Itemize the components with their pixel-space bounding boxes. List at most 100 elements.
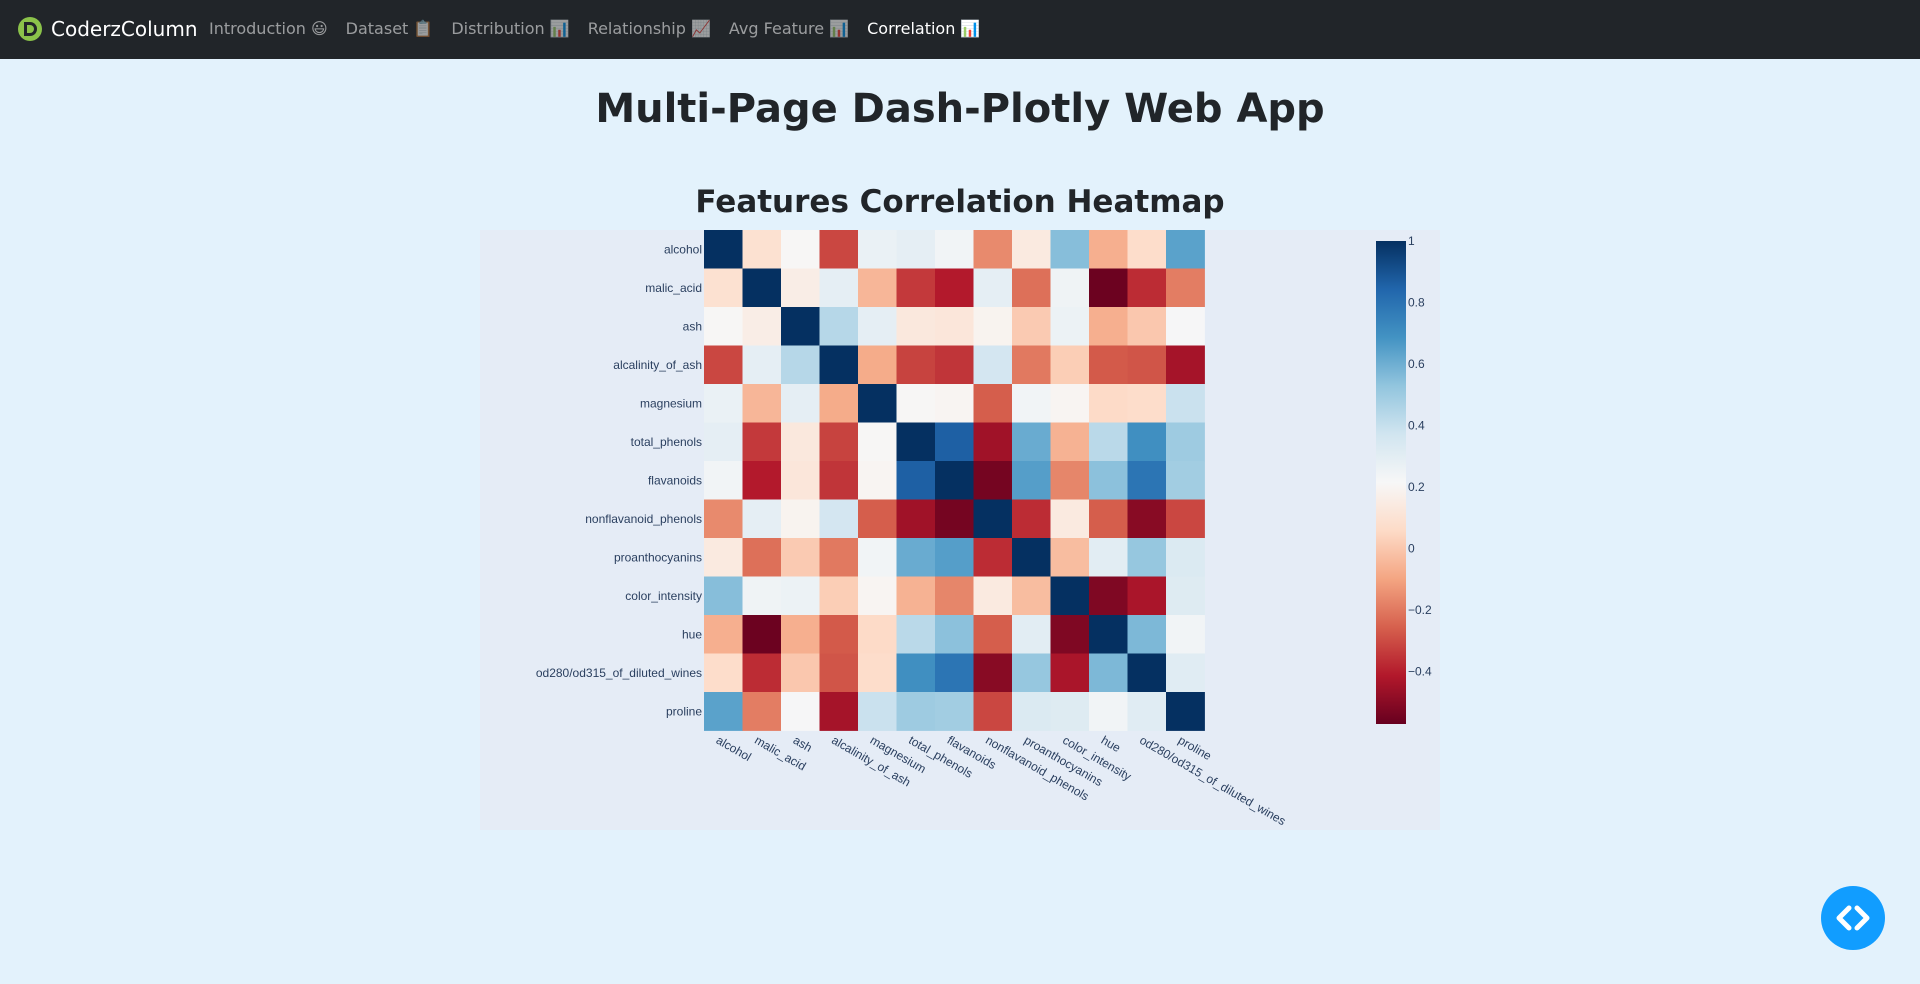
heatmap-cell[interactable]	[1012, 345, 1051, 385]
heatmap-cell[interactable]	[1127, 461, 1167, 500]
heatmap-cell[interactable]	[742, 692, 782, 731]
heatmap-cell[interactable]	[896, 345, 936, 385]
heatmap-cell[interactable]	[704, 307, 743, 346]
heatmap-cell[interactable]	[704, 499, 743, 539]
heatmap-cell[interactable]	[1166, 422, 1205, 462]
heatmap-cell[interactable]	[781, 345, 820, 385]
heatmap-cell[interactable]	[1012, 576, 1051, 616]
heatmap-cell[interactable]	[935, 230, 974, 269]
heatmap-cell[interactable]	[1166, 615, 1205, 654]
heatmap-cell[interactable]	[973, 345, 1013, 385]
heatmap-cell[interactable]	[704, 345, 743, 385]
heatmap-cell[interactable]	[1089, 345, 1128, 385]
heatmap-cell[interactable]	[896, 461, 936, 500]
heatmap-cell[interactable]	[1050, 268, 1090, 308]
heatmap-cell[interactable]	[1050, 307, 1090, 346]
heatmap-cell[interactable]	[935, 307, 974, 346]
nav-link-dataset[interactable]: Dataset 📋	[346, 19, 434, 38]
heatmap-cell[interactable]	[973, 576, 1013, 616]
heatmap-cell[interactable]	[1012, 384, 1051, 423]
nav-link-correlation[interactable]: Correlation 📊	[867, 19, 980, 38]
heatmap-cell[interactable]	[896, 692, 936, 731]
heatmap-cell[interactable]	[1089, 499, 1128, 539]
correlation-heatmap[interactable]: alcohol malic_acid ash alcalinity_of_ash mag…	[480, 230, 1440, 830]
heatmap-cell[interactable]	[973, 422, 1013, 462]
heatmap-cell[interactable]	[1127, 230, 1167, 269]
heatmap-cell[interactable]	[1127, 576, 1167, 616]
heatmap-cell[interactable]	[935, 345, 974, 385]
heatmap-cell[interactable]	[781, 692, 820, 731]
heatmap-cell[interactable]	[1012, 499, 1051, 539]
heatmap-cell[interactable]	[704, 653, 743, 693]
heatmap-cell[interactable]	[896, 615, 936, 654]
heatmap-cell[interactable]	[896, 576, 936, 616]
heatmap-cell[interactable]	[819, 615, 859, 654]
heatmap-cell[interactable]	[935, 499, 974, 539]
heatmap-cell[interactable]	[742, 345, 782, 385]
heatmap-cell[interactable]	[973, 384, 1013, 423]
heatmap-cell[interactable]	[704, 692, 743, 731]
heatmap-cell[interactable]	[858, 653, 897, 693]
heatmap-cell[interactable]	[819, 230, 859, 269]
heatmap-cell[interactable]	[781, 307, 820, 346]
heatmap-cell[interactable]	[1127, 422, 1167, 462]
heatmap-cell[interactable]	[1050, 345, 1090, 385]
heatmap-cell[interactable]	[1012, 692, 1051, 731]
heatmap-cell[interactable]	[1089, 268, 1128, 308]
heatmap-cell[interactable]	[858, 307, 897, 346]
heatmap-cell[interactable]	[781, 653, 820, 693]
heatmap-cell[interactable]	[1166, 307, 1205, 346]
heatmap-cell[interactable]	[819, 345, 859, 385]
heatmap-cell[interactable]	[1012, 461, 1051, 500]
heatmap-cell[interactable]	[742, 268, 782, 308]
heatmap-cell[interactable]	[896, 307, 936, 346]
heatmap-cell[interactable]	[858, 230, 897, 269]
heatmap-cell[interactable]	[973, 268, 1013, 308]
heatmap-cell[interactable]	[781, 576, 820, 616]
heatmap-cell[interactable]	[1166, 230, 1205, 269]
heatmap-cell[interactable]	[896, 653, 936, 693]
heatmap-cell[interactable]	[819, 653, 859, 693]
heatmap-cell[interactable]	[704, 230, 743, 269]
heatmap-cell[interactable]	[858, 499, 897, 539]
heatmap-cell[interactable]	[935, 576, 974, 616]
heatmap-cell[interactable]	[704, 615, 743, 654]
heatmap-cell[interactable]	[1012, 268, 1051, 308]
heatmap-cell[interactable]	[742, 576, 782, 616]
nav-link-distribution[interactable]: Distribution 📊	[451, 19, 569, 38]
nav-link-introduction[interactable]: Introduction 😃	[209, 19, 328, 38]
heatmap-cell[interactable]	[935, 461, 974, 500]
heatmap-cell[interactable]	[742, 615, 782, 654]
heatmap-cell[interactable]	[935, 268, 974, 308]
heatmap-cell[interactable]	[1166, 653, 1205, 693]
heatmap-cell[interactable]	[1050, 384, 1090, 423]
heatmap-cell[interactable]	[1012, 230, 1051, 269]
heatmap-cell[interactable]	[1050, 653, 1090, 693]
heatmap-cell[interactable]	[973, 653, 1013, 693]
heatmap-cell[interactable]	[1050, 422, 1090, 462]
heatmap-cell[interactable]	[896, 384, 936, 423]
heatmap-cell[interactable]	[973, 538, 1013, 577]
heatmap-cell[interactable]	[1166, 461, 1205, 500]
heatmap-cell[interactable]	[1012, 538, 1051, 577]
heatmap-cell[interactable]	[1050, 230, 1090, 269]
heatmap-cell[interactable]	[742, 422, 782, 462]
heatmap-svg[interactable]: alcohol malic_acidash alcalinity_of_ashmag…	[480, 230, 1440, 830]
heatmap-cell[interactable]	[1166, 576, 1205, 616]
heatmap-cell[interactable]	[858, 461, 897, 500]
heatmap-cell[interactable]	[704, 422, 743, 462]
heatmap-cell[interactable]	[742, 653, 782, 693]
heatmap-cell[interactable]	[704, 268, 743, 308]
heatmap-cell[interactable]	[1089, 384, 1128, 423]
heatmap-cell[interactable]	[781, 230, 820, 269]
heatmap-cell[interactable]	[1089, 615, 1128, 654]
heatmap-cell[interactable]	[742, 538, 782, 577]
heatmap-cell[interactable]	[973, 499, 1013, 539]
heatmap-cell[interactable]	[819, 268, 859, 308]
heatmap-cell[interactable]	[1012, 653, 1051, 693]
heatmap-cell[interactable]	[973, 615, 1013, 654]
heatmap-cell[interactable]	[896, 422, 936, 462]
heatmap-cell[interactable]	[1127, 538, 1167, 577]
heatmap-cell[interactable]	[896, 538, 936, 577]
heatmap-cell[interactable]	[935, 538, 974, 577]
